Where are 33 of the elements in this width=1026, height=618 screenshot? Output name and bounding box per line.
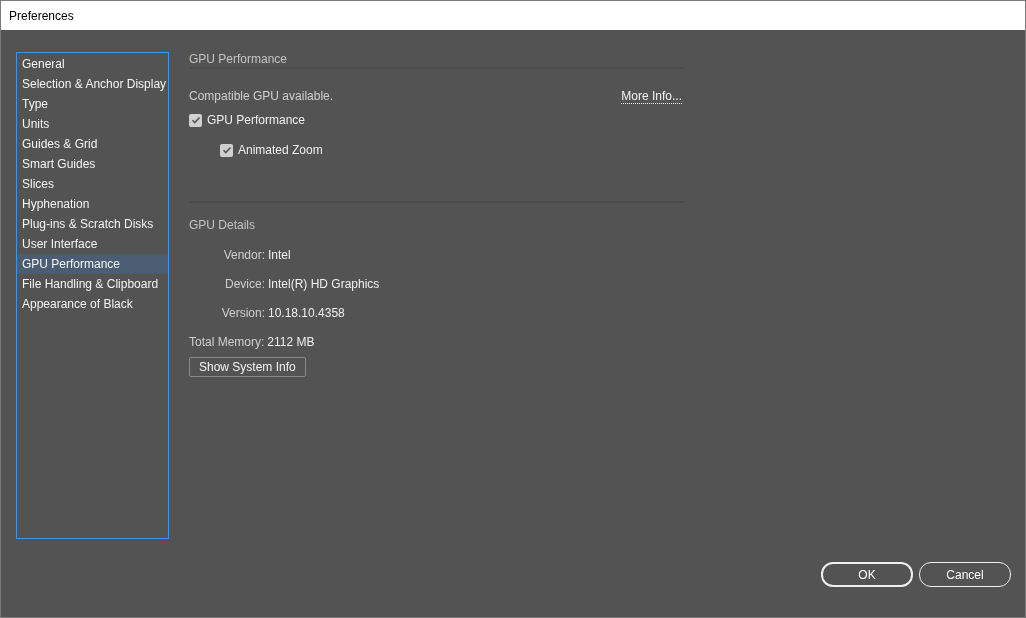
dialog-button[interactable]: Cancel bbox=[919, 562, 1011, 587]
dialog-button[interactable]: OK bbox=[821, 562, 913, 587]
detail-label: Version: bbox=[220, 305, 265, 321]
detail-label: Vendor: bbox=[222, 247, 265, 263]
detail-value: Intel(R) HD Graphics bbox=[268, 276, 380, 292]
detail-label: Device: bbox=[224, 276, 265, 292]
checkbox[interactable] bbox=[220, 143, 233, 157]
window-title: Preferences bbox=[9, 8, 74, 23]
sidebar-item[interactable]: GPU Performance bbox=[17, 254, 168, 274]
sidebar-item[interactable]: General bbox=[17, 54, 168, 74]
detail-value: 10.18.10.4358 bbox=[268, 305, 346, 321]
section-heading: GPU Performance bbox=[189, 52, 289, 66]
sidebar-item[interactable]: Smart Guides bbox=[17, 154, 168, 174]
sidebar-item[interactable]: Hyphenation bbox=[17, 194, 168, 214]
detail-label: Total Memory: bbox=[189, 334, 265, 350]
more-info-link[interactable]: More Info... bbox=[621, 88, 682, 104]
checkbox[interactable] bbox=[189, 113, 202, 127]
sidebar-item[interactable]: Type bbox=[17, 94, 168, 114]
checkbox-label: Animated Zoom bbox=[238, 143, 323, 157]
sidebar-item[interactable]: Plug-ins & Scratch Disks bbox=[17, 214, 168, 234]
sidebar-item[interactable]: Appearance of Black bbox=[17, 294, 168, 314]
detail-value: 2112 MB bbox=[267, 334, 315, 350]
detail-value: Intel bbox=[268, 247, 292, 263]
show-system-info-button[interactable]: Show System Info bbox=[189, 357, 306, 377]
checkbox-label: GPU Performance bbox=[207, 113, 306, 127]
sidebar-item[interactable]: Selection & Anchor Display bbox=[17, 74, 168, 94]
section-heading: GPU Details bbox=[189, 218, 257, 232]
sidebar-item[interactable]: User Interface bbox=[17, 234, 168, 254]
sidebar-item[interactable]: Slices bbox=[17, 174, 168, 194]
sidebar-item[interactable]: File Handling & Clipboard bbox=[17, 274, 168, 294]
sidebar-item[interactable]: Guides & Grid bbox=[17, 134, 168, 154]
status-text: Compatible GPU available. bbox=[189, 89, 334, 103]
sidebar-item[interactable]: Units bbox=[17, 114, 168, 134]
